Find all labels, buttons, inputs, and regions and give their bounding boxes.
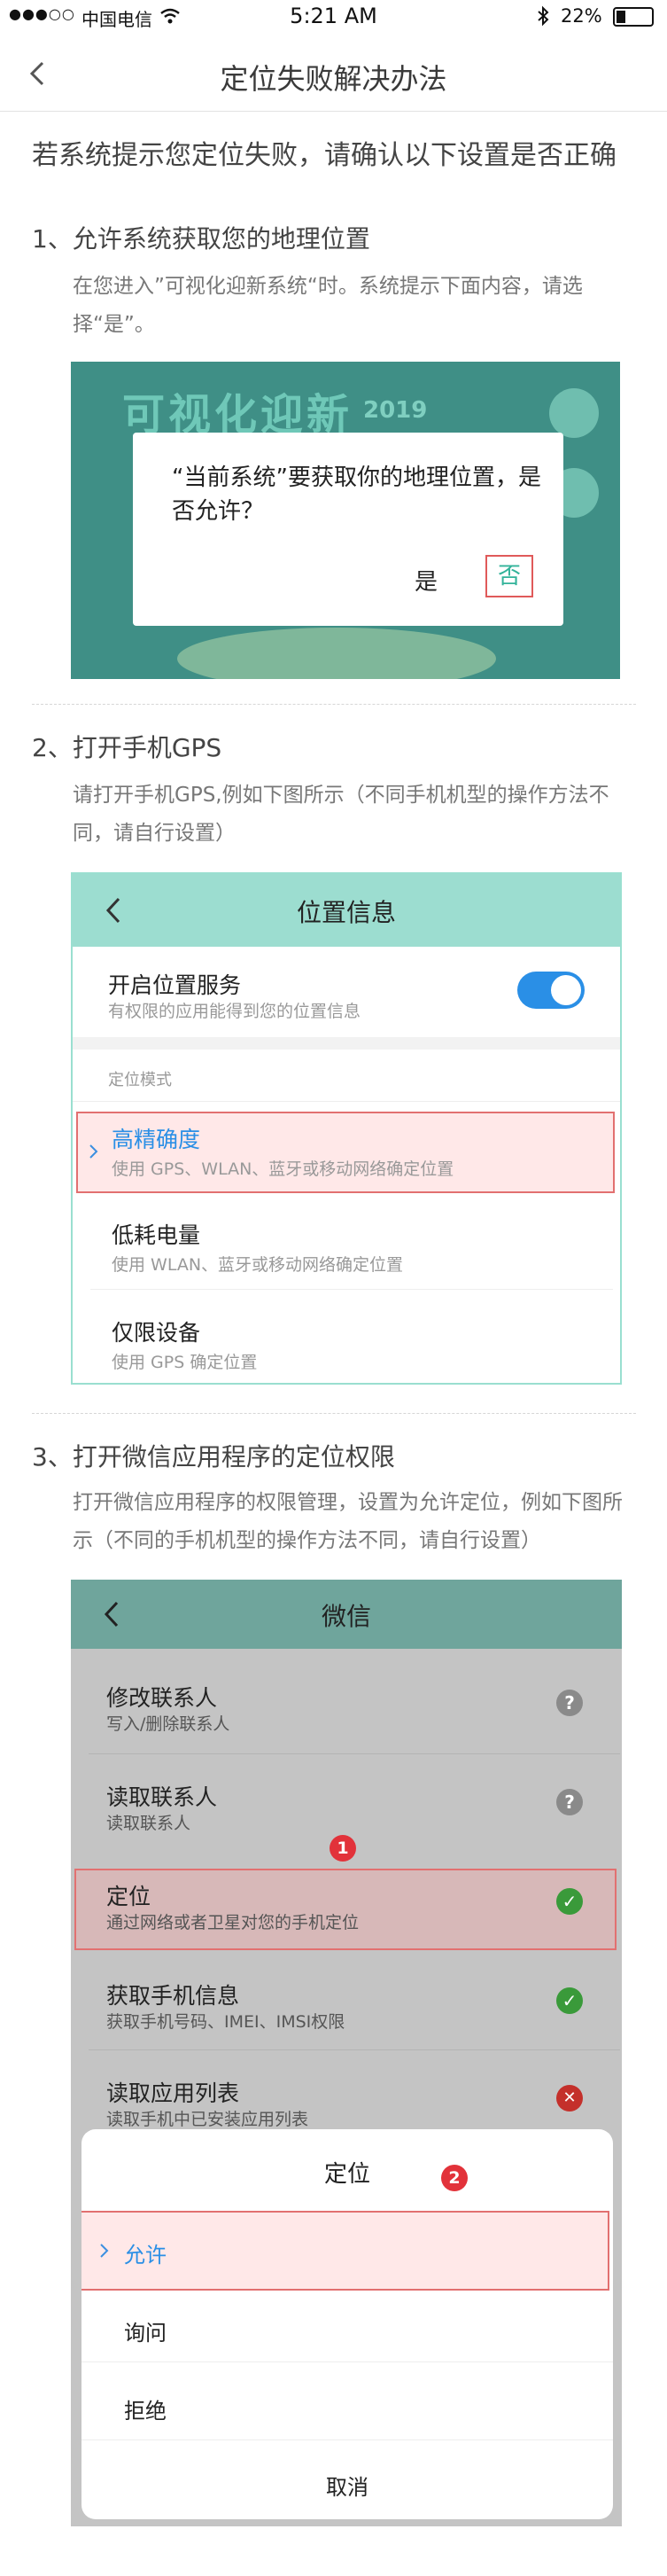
perm-sub: 读取联系人 <box>106 1814 191 1833</box>
help-icon[interactable]: ? <box>556 1789 583 1815</box>
bg-tree-decoration <box>177 628 496 679</box>
mode-device-only-sub: 使用 GPS 确定位置 <box>112 1353 258 1372</box>
perm-sub: 获取手机号码、IMEI、IMSI权限 <box>106 2012 345 2032</box>
location-mode-label: 定位模式 <box>108 1071 172 1089</box>
gps-header-title: 位置信息 <box>296 898 396 927</box>
battery-percent: 22% <box>561 5 602 27</box>
wechat-permission-screenshot: 微信 修改联系人 写入/删除联系人 ? 读取联系人 读取联系人 ? 1 定位 通… <box>71 1580 622 2526</box>
gps-header: 位置信息 <box>73 874 620 947</box>
bg-app-year: 2019 <box>363 397 428 424</box>
location-permission-screenshot: 可视化迎新 2019 “当前系统”要获取你的地理位置，是否允许？ 是 否 <box>71 362 620 679</box>
location-service-toggle[interactable] <box>517 972 585 1009</box>
page-title: 定位失败解决办法 <box>220 62 447 96</box>
perm-sub: 写入/删除联系人 <box>106 1714 230 1734</box>
check-icon[interactable]: ✓ <box>556 1888 583 1915</box>
perm-title[interactable]: 读取联系人 <box>106 1780 217 1812</box>
chevron-right-icon <box>89 1144 98 1159</box>
bluetooth-icon <box>538 5 549 27</box>
section-divider <box>73 1037 620 1050</box>
section2-desc: 请打开手机GPS,例如下图所示（不同手机机型的操作方法不同，请自行设置） <box>73 784 609 845</box>
nav-bar: 定位失败解决办法 <box>0 35 667 112</box>
section1-desc: 在您进入”可视化迎新系统“时。系统提示下面内容，请选择“是”。 <box>73 275 583 336</box>
divider <box>81 2439 613 2440</box>
location-service-sub: 有权限的应用能得到您的位置信息 <box>108 1002 361 1021</box>
mode-high-accuracy-title[interactable]: 高精确度 <box>112 1122 200 1154</box>
location-option-sheet: 定位 2 允许 询问 拒绝 取消 <box>81 2129 613 2519</box>
divider <box>89 1753 620 1754</box>
section3-desc: 打开微信应用程序的权限管理，设置为允许定位，例如下图所示（不同的手机机型的操作方… <box>73 1491 623 1552</box>
gps-settings-screenshot: 位置信息 开启位置服务 有权限的应用能得到您的位置信息 定位模式 高精确度 使用… <box>71 872 622 1385</box>
dialog-no-button[interactable]: 否 <box>485 555 533 597</box>
perm-sub: 通过网络或者卫星对您的手机定位 <box>106 1913 360 1932</box>
location-service-title: 开启位置服务 <box>108 972 242 998</box>
deny-icon[interactable]: ✕ <box>556 2085 583 2112</box>
perm-title[interactable]: 读取应用列表 <box>106 2076 239 2108</box>
option-allow[interactable]: 允许 <box>124 2237 167 2268</box>
mode-battery-saving-title[interactable]: 低耗电量 <box>112 1218 200 1250</box>
dialog-yes-button[interactable]: 是 <box>415 564 438 597</box>
status-bar: ●●●○○ 中国电信 5:21 AM 22% <box>0 0 667 35</box>
chevron-right-icon <box>100 2244 109 2258</box>
check-icon[interactable]: ✓ <box>556 1987 583 2014</box>
help-icon[interactable]: ? <box>556 1690 583 1716</box>
perm-title[interactable]: 修改联系人 <box>106 1681 217 1713</box>
sheet-title: 定位 <box>323 2161 370 2188</box>
wechat-header: 微信 <box>71 1580 622 1649</box>
page: ●●●○○ 中国电信 5:21 AM 22% 定位失败解决办法 若系统提示您定位… <box>0 0 667 2576</box>
option-ask[interactable]: 询问 <box>124 2315 167 2346</box>
section2-title: 2、打开手机GPS <box>32 733 222 762</box>
perm-title[interactable]: 获取手机信息 <box>106 1979 239 2010</box>
cancel-button[interactable]: 取消 <box>81 2470 613 2501</box>
mode-battery-saving-sub: 使用 WLAN、蓝牙或移动网络确定位置 <box>112 1255 404 1275</box>
section3-title: 3、打开微信应用程序的定位权限 <box>32 1442 395 1471</box>
divider <box>32 704 636 705</box>
wechat-header-title: 微信 <box>321 1602 371 1631</box>
step-badge-2: 2 <box>441 2165 468 2191</box>
divider <box>73 1101 620 1102</box>
battery-icon <box>613 7 654 27</box>
bg-circle-icon <box>549 388 599 438</box>
perm-sub: 读取手机中已安装应用列表 <box>106 2110 309 2129</box>
divider <box>89 2049 620 2050</box>
divider <box>90 1289 613 1290</box>
mode-high-accuracy-sub: 使用 GPS、WLAN、蓝牙或移动网络确定位置 <box>112 1159 454 1179</box>
dialog-question: “当前系统”要获取你的地理位置，是否允许？ <box>172 464 541 525</box>
permission-dialog: “当前系统”要获取你的地理位置，是否允许？ 是 否 <box>133 433 563 626</box>
section1-title: 1、允许系统获取您的地理位置 <box>32 224 370 254</box>
divider <box>81 2361 613 2362</box>
mode-device-only-title[interactable]: 仅限设备 <box>112 1315 200 1347</box>
step-badge-1: 1 <box>330 1835 356 1862</box>
intro-heading: 若系统提示您定位失败，请确认以下设置是否正确 <box>32 140 617 171</box>
option-deny[interactable]: 拒绝 <box>124 2393 167 2424</box>
divider <box>32 1413 636 1414</box>
perm-title[interactable]: 定位 <box>106 1879 151 1911</box>
